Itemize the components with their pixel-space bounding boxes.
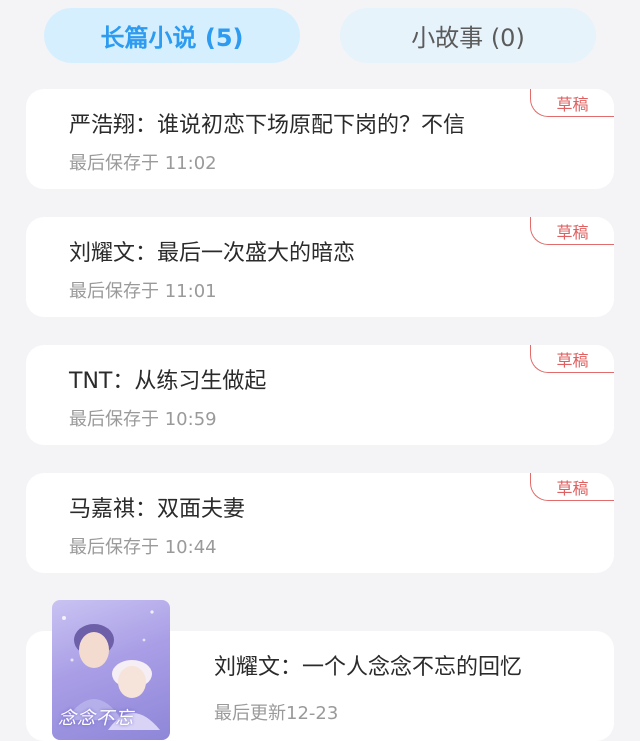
draft-title: 刘耀文：最后一次盛大的暗恋 xyxy=(69,241,356,266)
draft-badge: 草稿 xyxy=(530,217,614,245)
draft-save-time: 最后保存于 11:01 xyxy=(69,281,217,302)
draft-title: 严浩翔：谁说初恋下场原配下岗的？不信 xyxy=(69,113,466,138)
published-update-time: 最后更新12-23 xyxy=(214,703,339,724)
cover-title-text: 念念不忘 xyxy=(58,708,134,729)
draft-title: TNT：从练习生做起 xyxy=(69,369,267,394)
draft-badge: 草稿 xyxy=(530,345,614,373)
draft-save-time: 最后保存于 11:02 xyxy=(69,153,217,174)
book-cover-image[interactable]: 念念不忘 xyxy=(52,600,170,740)
draft-badge: 草稿 xyxy=(530,473,614,501)
tab-short-stories[interactable]: 小故事 (0) xyxy=(340,8,596,63)
tab-long-novels[interactable]: 长篇小说 (5) xyxy=(44,8,300,63)
draft-save-time: 最后保存于 10:59 xyxy=(69,409,217,430)
draft-card[interactable]: 刘耀文：最后一次盛大的暗恋 最后保存于 11:01 草稿 xyxy=(26,217,614,317)
draft-card[interactable]: TNT：从练习生做起 最后保存于 10:59 草稿 xyxy=(26,345,614,445)
draft-title: 马嘉祺：双面夫妻 xyxy=(69,497,246,522)
draft-card[interactable]: 马嘉祺：双面夫妻 最后保存于 10:44 草稿 xyxy=(26,473,614,573)
draft-save-time: 最后保存于 10:44 xyxy=(69,537,217,558)
draft-badge: 草稿 xyxy=(530,89,614,117)
draft-card[interactable]: 严浩翔：谁说初恋下场原配下岗的？不信 最后保存于 11:02 草稿 xyxy=(26,89,614,189)
tab-bar: 长篇小说 (5) 小故事 (0) xyxy=(0,0,640,75)
published-title: 刘耀文：一个人念念不忘的回忆 xyxy=(214,655,523,680)
